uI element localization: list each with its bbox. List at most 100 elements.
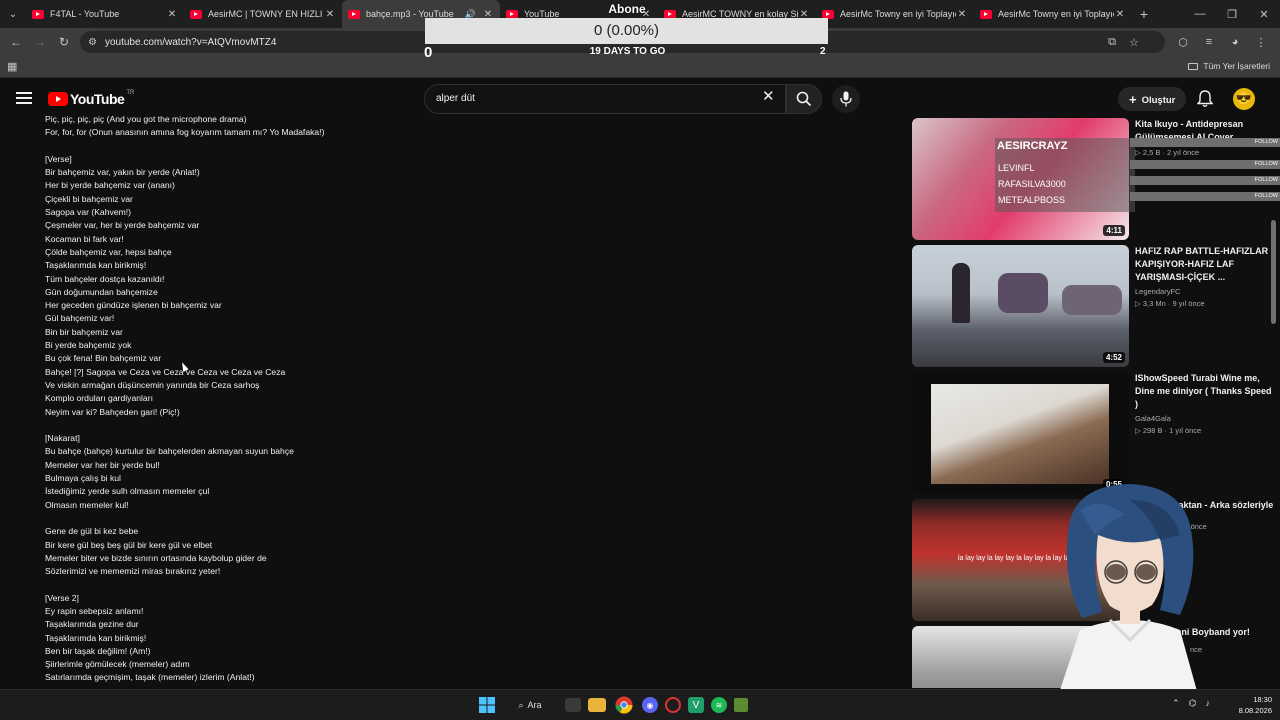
search-icon [796,91,812,107]
search-icon: ⌕ [518,699,524,710]
clear-search-icon[interactable]: ✕ [762,89,775,105]
tab-search-icon[interactable]: ⌄ [0,0,26,28]
spotify-icon[interactable]: ≋ [711,697,727,713]
app-icon[interactable] [665,697,681,713]
video-thumbnail[interactable]: 0:55 [912,372,1129,494]
follow-overlay-header: AESIRCRAYZ [997,140,1068,152]
folder-icon [1188,63,1199,70]
related-video-item[interactable]: 4:52 HAFIZ RAP BATTLE-HAFIZLAR KAPIŞIYOR… [912,245,1280,367]
plus-icon: + [1129,92,1137,107]
video-title[interactable]: HAFIZ RAP BATTLE-HAFIZLAR KAPIŞIYOR-HAFI… [1135,245,1275,284]
account-avatar[interactable]: 😎 [1233,88,1255,110]
tab-close-icon[interactable]: ✕ [166,9,178,20]
tab-close-icon[interactable]: ✕ [1114,9,1126,20]
youtube-favicon-icon [980,9,992,19]
install-app-icon[interactable]: ⧉ [1101,36,1123,49]
browser-tab[interactable]: AesirMc Towny en iyi Toplayıcı ✕ [816,0,974,28]
browser-tab[interactable]: F4TAL - YouTube ✕ [26,0,184,28]
tab-label: AesirMC | TOWNY EN HIZLI PAR [208,9,324,19]
video-duration: 4:52 [1102,352,1125,363]
start-menu-icon[interactable] [476,695,498,715]
network-icon[interactable]: ⌬ [1189,698,1197,709]
bookmark-star-icon[interactable]: ☆ [1123,36,1145,49]
create-button[interactable]: + Oluştur [1118,87,1186,111]
bookmarks-bar: ▦ Tüm Yer İşaretleri [0,56,1280,78]
youtube-play-logo-icon [48,92,68,106]
region-code: TR [126,90,135,96]
task-view-icon[interactable] [565,698,581,712]
browser-tab[interactable]: AesirMc Towny en iyi Toplayıcı ✕ [974,0,1132,28]
subscriber-goal-bar: 0 (0.00%) [425,18,828,44]
goal-min-value: 0 [424,44,433,61]
vs-code-icon[interactable]: V [688,697,704,713]
video-duration: 4:11 [1103,225,1125,236]
screen: ⌄ F4TAL - YouTube ✕ AesirMC | TOWNY EN H… [0,0,1280,720]
forward-icon[interactable]: → [28,35,52,49]
video-description-lyrics: Piç, piç, piç, piç (And you got the micr… [45,114,325,683]
tray-overflow-icon[interactable]: ⌃ [1172,698,1180,709]
reload-icon[interactable]: ↻ [52,35,76,49]
follow-bar: FOLLOW [1130,192,1280,201]
site-info-icon[interactable]: ⚙ [88,37,97,48]
media-control-icon[interactable]: ≡ [1196,36,1222,48]
browser-menu-icon[interactable]: ⋮ [1248,36,1274,49]
follow-bar: FOLLOW [1130,138,1280,147]
channel-name[interactable]: LegendaryFC [1135,287,1275,296]
tab-label: F4TAL - YouTube [50,9,120,19]
voice-search-button[interactable] [832,85,860,113]
follow-label: FOLLOW [1254,193,1278,199]
follow-label: FOLLOW [1254,161,1278,167]
scrollbar-thumb[interactable] [1271,220,1276,324]
search-button[interactable] [786,84,822,114]
all-bookmarks-button[interactable]: Tüm Yer İşaretleri [1188,61,1270,71]
discord-icon[interactable]: ◉ [642,697,658,713]
minecraft-icon[interactable] [734,698,748,712]
new-tab-icon[interactable]: + [1132,6,1156,22]
youtube-favicon-icon [348,9,360,19]
related-video-item[interactable]: 0:55 IShowSpeed Turabi Wine me, Dine me … [912,372,1280,494]
video-stats: ▷ 2,5 B · 2 yıl önce [1135,148,1200,157]
youtube-wordmark: YouTube [70,91,125,107]
apps-grid-icon[interactable]: ▦ [7,60,17,73]
clock-date: 8.08.2026 [1238,706,1272,715]
taskbar-apps: ⌕ Ara ◉ V ≋ [476,695,755,715]
follower-name: RAFASILVA3000 [998,179,1066,189]
follow-bar: FOLLOW [1130,176,1280,185]
toolbar-actions: ⬡ ≡ ◕ ⋮ [1170,28,1274,56]
menu-icon[interactable] [16,92,32,104]
url-text: youtube.com/watch?v=AtQVmovMTZ4 [104,36,277,48]
close-window-icon[interactable]: ✕ [1248,8,1280,21]
file-explorer-icon[interactable] [588,698,606,712]
tab-close-icon[interactable]: ✕ [324,9,336,20]
profile-icon[interactable]: ◕ [1222,36,1248,48]
create-label: Oluştur [1141,95,1176,106]
back-icon[interactable]: ← [4,35,28,49]
subscriber-goal-title: Abone [608,2,646,16]
tab-close-icon[interactable]: ✕ [956,9,968,20]
goal-max-value: 2 [820,46,826,57]
follower-name: LEVINFL [998,163,1035,173]
search-input[interactable]: alper düt [424,84,786,114]
follower-name: METEALPBOSS [998,195,1066,205]
minimize-icon[interactable]: — [1184,8,1216,20]
extensions-icon[interactable]: ⬡ [1170,36,1196,49]
notifications-bell-icon[interactable] [1197,90,1213,108]
video-stats: ▷ 298 B · 1 yıl önce [1135,426,1202,435]
channel-name[interactable]: Gala4Gala [1135,414,1275,423]
chrome-icon[interactable] [613,695,635,715]
browser-tab[interactable]: AesirMC | TOWNY EN HIZLI PAR ✕ [184,0,342,28]
video-meta: IShowSpeed Turabi Wine me, Dine me diniy… [1135,372,1275,435]
video-title[interactable]: IShowSpeed Turabi Wine me, Dine me diniy… [1135,372,1275,411]
restore-icon[interactable]: ❐ [1216,8,1248,21]
vtuber-avatar-overlay [1050,484,1205,720]
volume-icon[interactable]: ♪ [1206,698,1211,709]
windows-taskbar: ⌕ Ara ◉ V ≋ ⌃ ⌬ ♪ 18:30 8.08.2026 [0,689,1280,720]
video-meta: HAFIZ RAP BATTLE-HAFIZLAR KAPIŞIYOR-HAFI… [1135,245,1275,308]
taskbar-search[interactable]: ⌕ Ara [505,700,555,711]
tab-label: AesirMc Towny en iyi Toplayıcı [998,9,1114,19]
video-stats: ▷ 3,3 Mn · 9 yıl önce [1135,299,1205,308]
youtube-logo[interactable]: YouTube TR [48,90,135,107]
video-thumbnail[interactable]: 4:52 [912,245,1129,367]
microphone-icon [840,91,852,107]
taskbar-clock[interactable]: 18:30 8.08.2026 [1239,694,1272,716]
